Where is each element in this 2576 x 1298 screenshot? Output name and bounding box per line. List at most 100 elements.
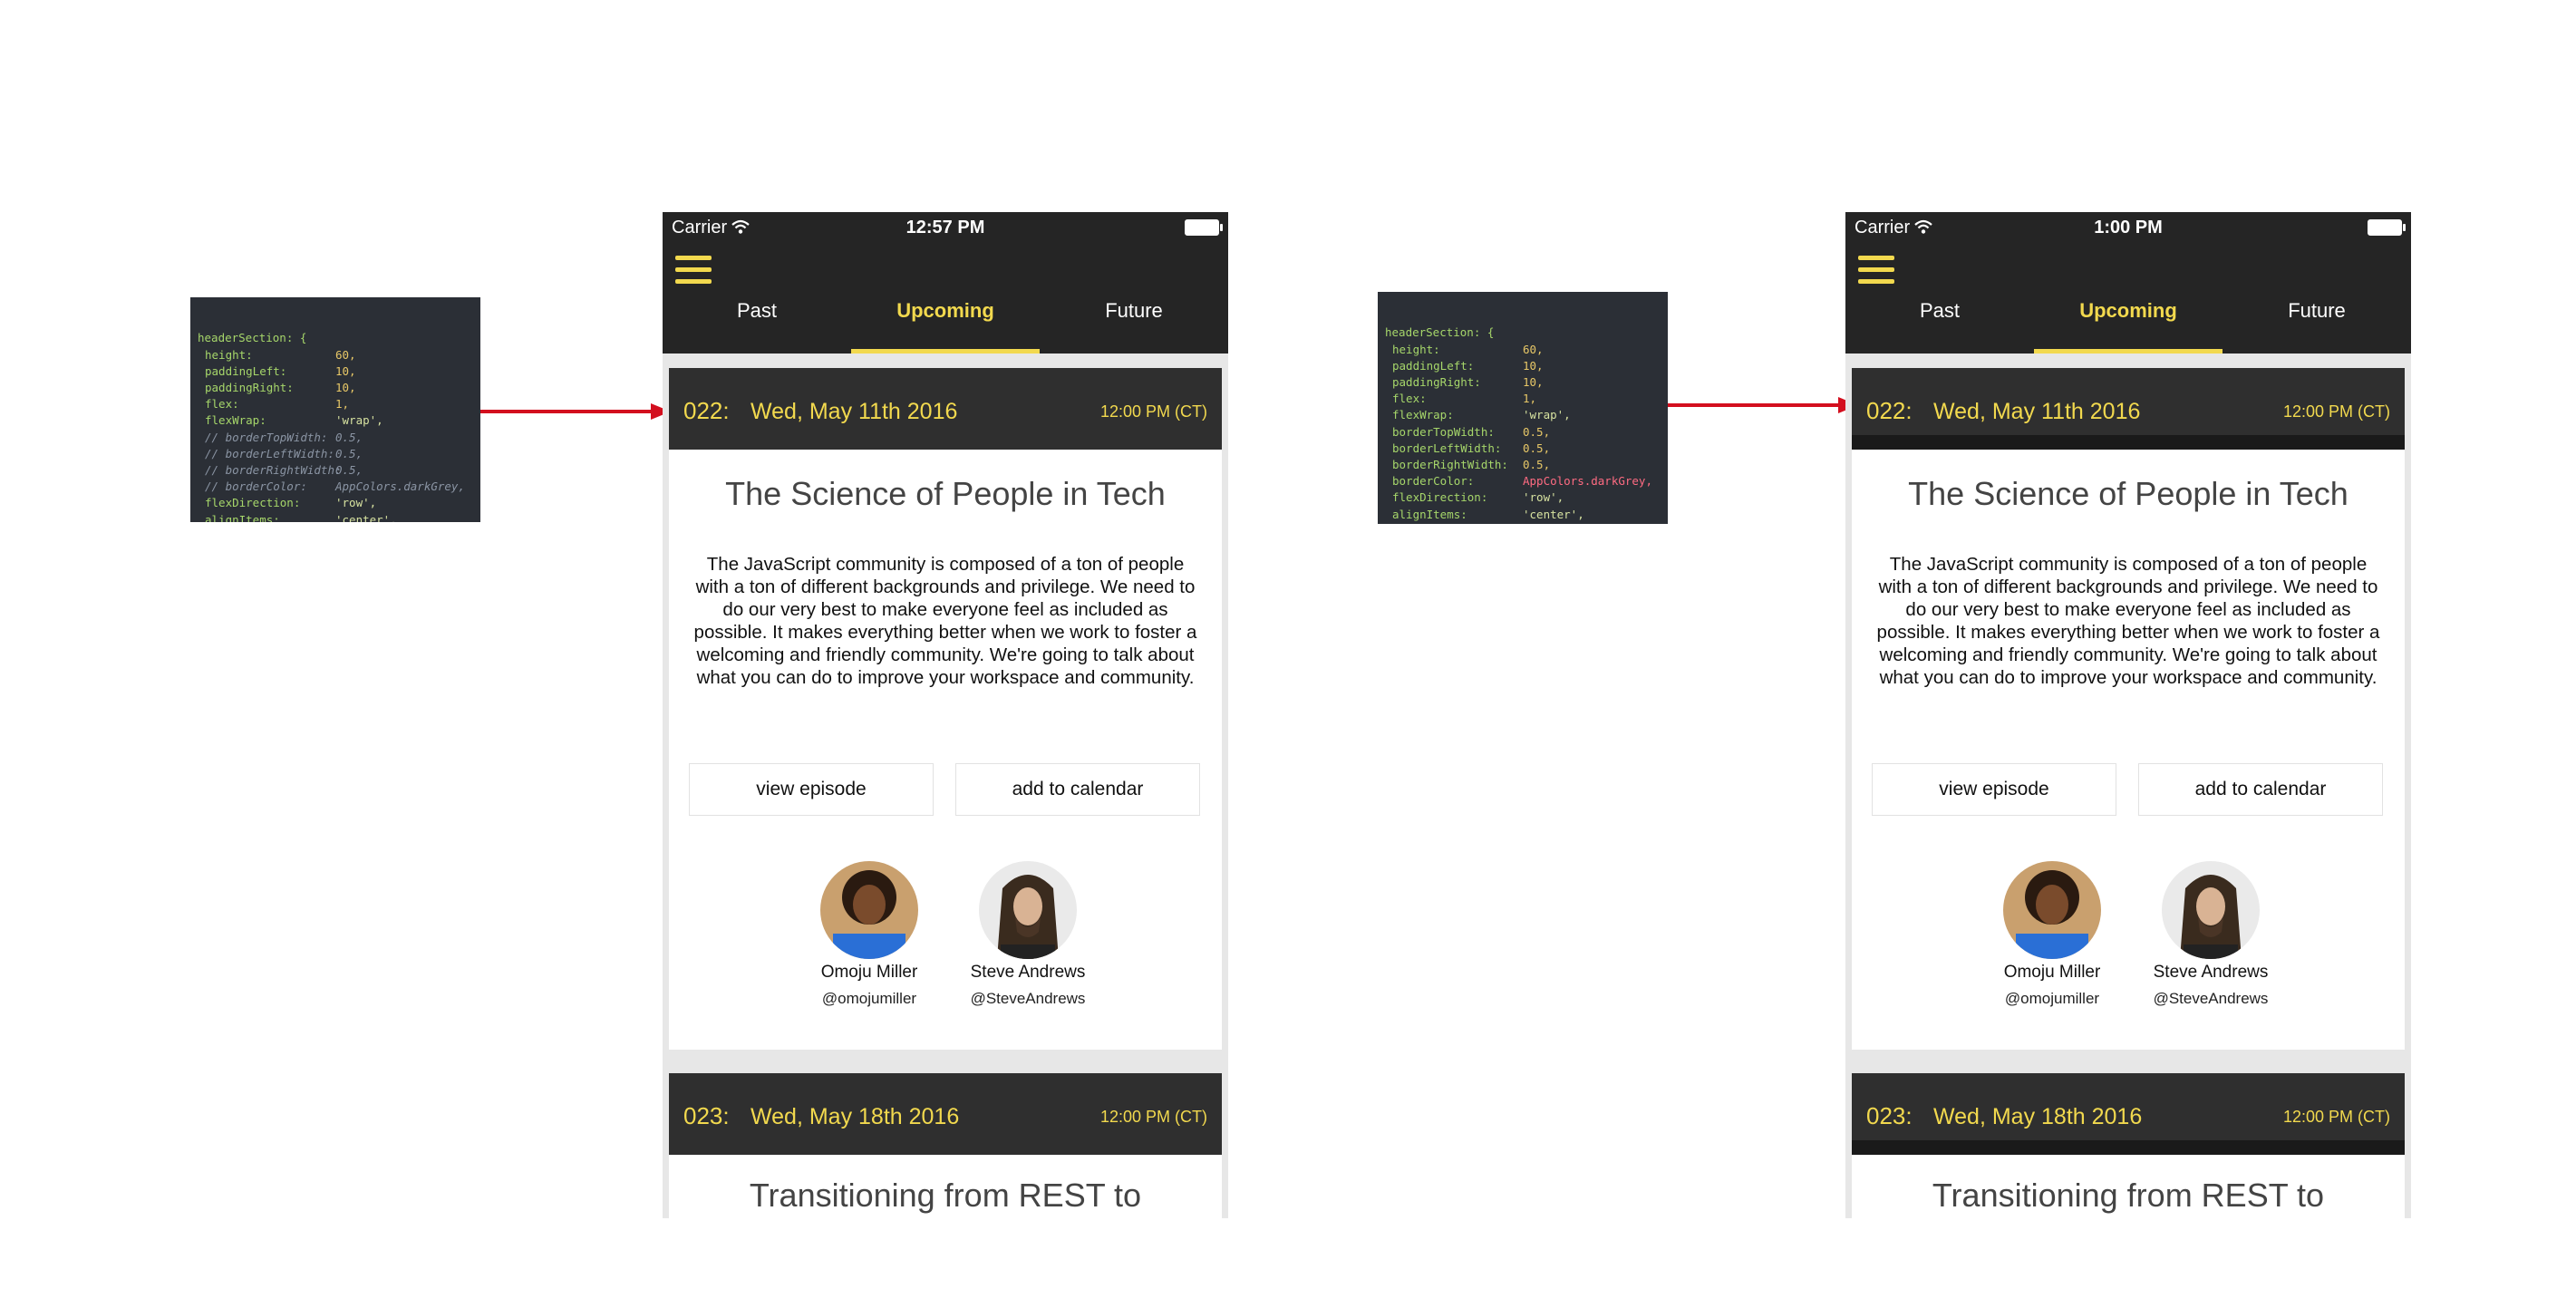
code-value: 10, [335,363,356,378]
code-line: borderColor: AppColors.darkGrey, [1385,473,1661,489]
episode-header: 023: Wed, May 18th 2016 12:00 PM (CT) [669,1073,1222,1155]
tab-upcoming-label: Upcoming [2079,299,2177,322]
code-key: paddingLeft: [1392,358,1475,373]
code-panel-after: headerSection: {height: 60, paddingLeft: 10… [1378,292,1668,524]
battery-icon [2368,219,2406,236]
tab-future-label: Future [1105,299,1163,322]
code-key: paddingLeft: [205,363,287,378]
code-line: // borderRightWidth: 0.5, [198,462,473,479]
host-omoju[interactable]: Omoju Miller @omojumiller [788,861,951,1008]
code-value: 0.5, [1523,458,1551,472]
episode-card: 022: Wed, May 11th 2016 12:00 PM (CT) Th… [669,368,1222,1050]
tab-past[interactable]: Past [681,299,833,354]
episode-card: 023: Wed, May 18th 2016 12:00 PM (CT) Tr… [669,1073,1222,1218]
host-handle: @SteveAndrews [970,990,1086,1007]
code-line: paddingRight: 10, [198,380,473,396]
code-value: 'wrap', [1523,408,1571,422]
episode-number: 023: [1866,1102,1913,1129]
code-key: flexDirection: [1392,490,1488,505]
header-border [1852,435,2405,450]
app-header: Carrier 1:00 PM Past Upcoming Future [1845,212,2411,354]
avatar [2003,861,2101,959]
code-value: 1, [335,397,350,412]
episode-title: The Science of People in Tech [1908,475,2348,512]
code-key: borderColor: [1392,474,1475,489]
code-value: 10, [1523,375,1544,390]
tab-future[interactable]: Future [2241,299,2393,354]
episode-header: 022: Wed, May 11th 2016 12:00 PM (CT) [669,368,1222,450]
episode-number: 022: [683,397,730,424]
code-line: borderTopWidth: 0.5, [1385,424,1661,441]
code-value: 'center', [1523,507,1584,521]
code-key: paddingRight: [205,381,294,395]
code-after-lines: headerSection: {height: 60, paddingLeft: 10… [1385,324,1661,524]
hamburger-menu-icon[interactable] [1858,256,1894,285]
tab-future[interactable]: Future [1058,299,1210,354]
code-value: 10, [1523,358,1544,373]
host-steve[interactable]: Steve Andrews @SteveAndrews [2129,861,2292,1008]
status-bar: Carrier 1:00 PM [1845,212,2411,243]
code-value: 10, [335,381,356,395]
episode-description: The JavaScript community is composed of … [693,554,1197,688]
tab-past-label: Past [1919,299,1961,322]
add-to-calendar-button[interactable]: add to calendar [955,763,1200,816]
add-to-calendar-button[interactable]: add to calendar [2138,763,2383,816]
code-line: alignItems: 'center', [1385,507,1661,523]
arrow-after [1668,403,1840,407]
code-key: // borderColor: [205,479,307,494]
episode-number: 023: [683,1102,730,1129]
episode-date: Wed, May 11th 2016 [1933,399,2141,424]
view-episode-button[interactable]: view episode [1872,763,2116,816]
clock-label: 12:57 PM [905,218,985,237]
tab-past[interactable]: Past [1864,299,2016,354]
episode-header: 023: Wed, May 18th 2016 12:00 PM (CT) [1852,1073,2405,1155]
code-key: // borderLeftWidth: [205,446,334,460]
avatar [979,861,1077,959]
code-line: paddingLeft: 10, [1385,358,1661,374]
episode-card: 023: Wed, May 18th 2016 12:00 PM (CT) Tr… [1852,1073,2405,1218]
code-line: // borderLeftWidth: 0.5, [198,446,473,462]
host-name: Steve Andrews [970,963,1086,982]
host-name: Omoju Miller [2003,963,2101,982]
tab-upcoming-label: Upcoming [896,299,994,322]
code-key: borderRightWidth: [1392,458,1508,472]
code-line: flexWrap: 'wrap', [198,412,473,429]
host-name: Omoju Miller [820,963,918,982]
episode-number: 022: [1866,397,1913,424]
code-value: 1, [1523,392,1537,406]
hamburger-menu-icon[interactable] [675,256,712,285]
host-name: Steve Andrews [2153,963,2269,982]
status-bar: Carrier 12:57 PM [663,212,1228,243]
code-line: height: 60, [198,347,473,363]
view-episode-button[interactable]: view episode [689,763,934,816]
code-value: 'wrap', [335,413,383,428]
code-panel-before: headerSection: { height: 60, paddingLeft: 10… [190,297,480,522]
code-key: flex: [205,397,239,412]
episode-time: 12:00 PM (CT) [1099,402,1207,421]
phone-before: Carrier 12:57 PM Past Upcoming Future 02… [663,212,1228,1218]
host-omoju[interactable]: Omoju Miller @omojumiller [1971,861,2134,1008]
code-value: 'row', [1523,490,1564,505]
code-key: flexDirection: [205,496,301,510]
avatar [2162,861,2260,959]
episode-time: 12:00 PM (CT) [1099,1108,1207,1126]
code-value: 0.5, [335,446,363,460]
code-key: flex: [1392,392,1427,406]
episode-time: 12:00 PM (CT) [2282,1108,2390,1126]
code-text: headerSection: { [198,331,307,345]
code-value: 0.5, [335,430,363,444]
tab-upcoming[interactable]: Upcoming [851,299,1040,354]
code-key: height: [205,347,253,362]
episode-date: Wed, May 11th 2016 [751,399,958,424]
code-value: AppColors.darkGrey, [335,479,465,494]
host-steve[interactable]: Steve Andrews @SteveAndrews [946,861,1109,1008]
episode-date: Wed, May 18th 2016 [1933,1104,2143,1129]
tab-upcoming[interactable]: Upcoming [2034,299,2223,354]
code-text: headerSection: { [1385,325,1495,340]
code-key: alignItems: [205,512,280,522]
code-line: headerSection: { [1385,324,1661,341]
code-line: // borderTopWidth: 0.5, [198,430,473,446]
active-tab-indicator [851,349,1040,354]
host-handle: @SteveAndrews [2153,990,2269,1007]
code-line: paddingLeft: 10, [198,363,473,380]
